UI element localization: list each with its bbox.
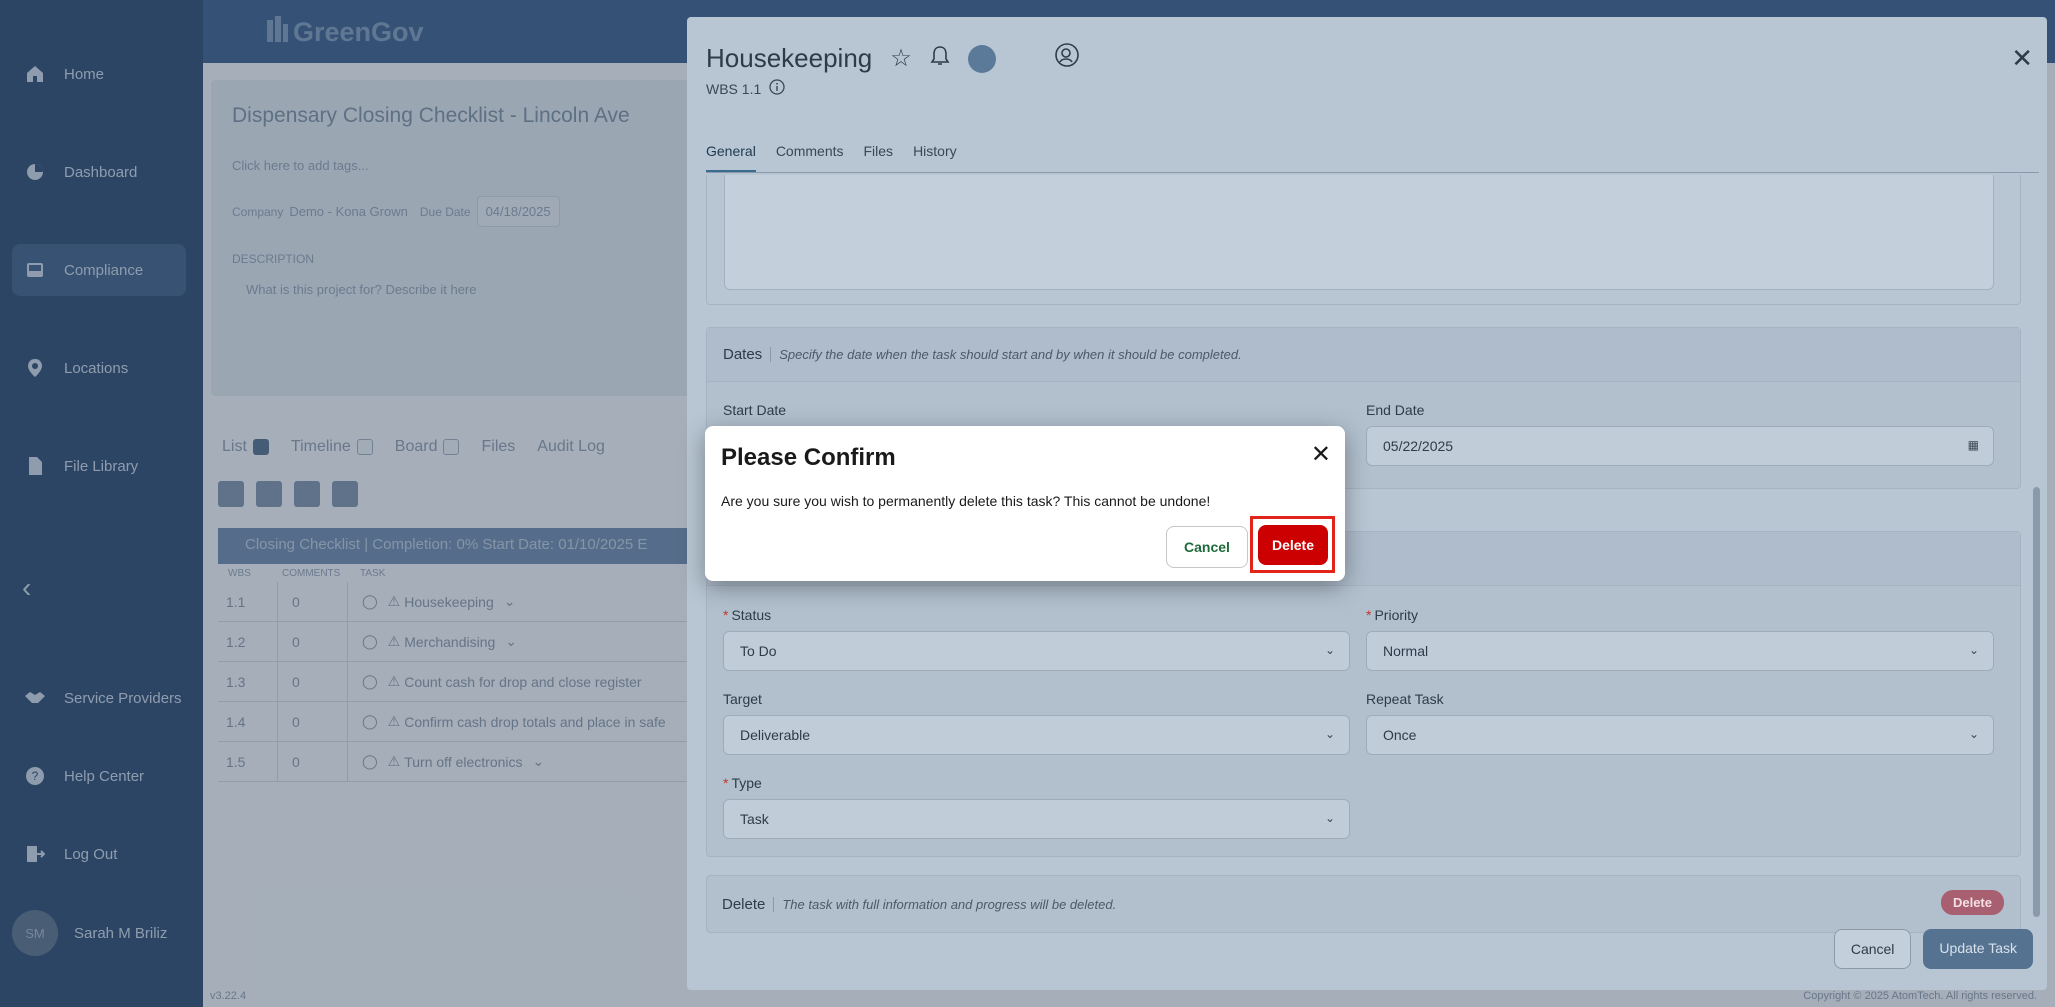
repeat-task-label: Repeat Task: [1366, 691, 1444, 707]
tab-history[interactable]: History: [913, 127, 957, 172]
description-section: [706, 175, 2021, 305]
type-select[interactable]: Task ⌄: [723, 799, 1350, 839]
chevron-down-icon: ⌄: [1324, 811, 1335, 825]
priority-label: * Priority: [1366, 607, 1419, 623]
description-textarea[interactable]: [724, 175, 1994, 290]
status-label-text: Status: [731, 607, 772, 623]
delete-section: Delete The task with full information an…: [706, 875, 2021, 933]
dialog-title: Please Confirm: [721, 444, 896, 471]
wbs-line: WBS 1.1: [706, 79, 785, 98]
type-label: * Type: [723, 775, 762, 791]
repeat-task-select[interactable]: Once ⌄: [1366, 715, 1994, 755]
panel-footer: Cancel Update Task: [1833, 929, 2033, 969]
bell-icon[interactable]: [930, 43, 950, 74]
status-label: * Status: [723, 607, 772, 623]
dialog-cancel-button[interactable]: Cancel: [1166, 526, 1248, 568]
chevron-down-icon: ⌄: [1324, 727, 1335, 741]
wbs-value: WBS 1.1: [706, 80, 762, 97]
close-icon[interactable]: ✕: [2011, 43, 2033, 74]
status-select[interactable]: To Do ⌄: [723, 631, 1350, 671]
panel-title: Housekeeping: [706, 43, 873, 73]
end-date-value: 05/22/2025: [1383, 438, 1454, 454]
chevron-down-icon: ⌄: [1968, 643, 1979, 657]
tab-general[interactable]: General: [706, 127, 756, 172]
priority-select[interactable]: Normal ⌄: [1366, 631, 1994, 671]
panel-tabs: General Comments Files History: [706, 127, 2039, 173]
status-value: To Do: [740, 643, 777, 659]
start-date-label: Start Date: [723, 402, 787, 418]
cancel-button[interactable]: Cancel: [1833, 929, 1912, 969]
delete-heading: Delete: [722, 895, 766, 913]
priority-label-text: Priority: [1374, 607, 1419, 623]
highlight-box: Delete: [1250, 516, 1335, 573]
chevron-down-icon: ⌄: [1324, 643, 1335, 657]
target-label: Target: [723, 691, 762, 707]
calendar-icon[interactable]: ▦: [1968, 438, 1979, 452]
add-user-icon[interactable]: [1054, 42, 1080, 75]
panel-header: Housekeeping ☆: [706, 42, 1080, 75]
type-value: Task: [740, 811, 769, 827]
priority-value: Normal: [1383, 643, 1429, 659]
close-icon[interactable]: ✕: [1311, 440, 1331, 469]
tab-comments[interactable]: Comments: [776, 127, 844, 172]
delete-task-button[interactable]: Delete: [1940, 890, 2004, 915]
delete-header: Delete The task with full information an…: [707, 876, 2020, 932]
target-select[interactable]: Deliverable ⌄: [723, 715, 1350, 755]
chevron-down-icon: ⌄: [1968, 727, 1979, 741]
end-date-label: End Date: [1366, 402, 1425, 418]
end-date-field[interactable]: 05/22/2025 ▦: [1366, 426, 1994, 466]
type-label-text: Type: [731, 775, 762, 791]
dialog-message: Are you sure you wish to permanently del…: [721, 493, 1211, 509]
scrollbar[interactable]: [2033, 487, 2040, 917]
update-task-button[interactable]: Update Task: [1923, 929, 2033, 969]
confirm-dialog: Please Confirm ✕ Are you sure you wish t…: [705, 426, 1345, 581]
info-icon[interactable]: [769, 79, 785, 98]
star-icon[interactable]: ☆: [890, 44, 912, 73]
dates-header: Dates Specify the date when the task sho…: [707, 328, 2020, 382]
dialog-delete-button[interactable]: Delete: [1258, 525, 1328, 565]
target-value: Deliverable: [740, 727, 811, 743]
delete-subtitle: The task with full information and progr…: [773, 896, 1116, 912]
dates-subtitle: Specify the date when the task should st…: [770, 347, 1242, 362]
tab-files[interactable]: Files: [864, 127, 894, 172]
dates-heading: Dates: [723, 346, 763, 363]
assignee-avatar[interactable]: [967, 44, 996, 73]
repeat-task-value: Once: [1383, 727, 1417, 743]
